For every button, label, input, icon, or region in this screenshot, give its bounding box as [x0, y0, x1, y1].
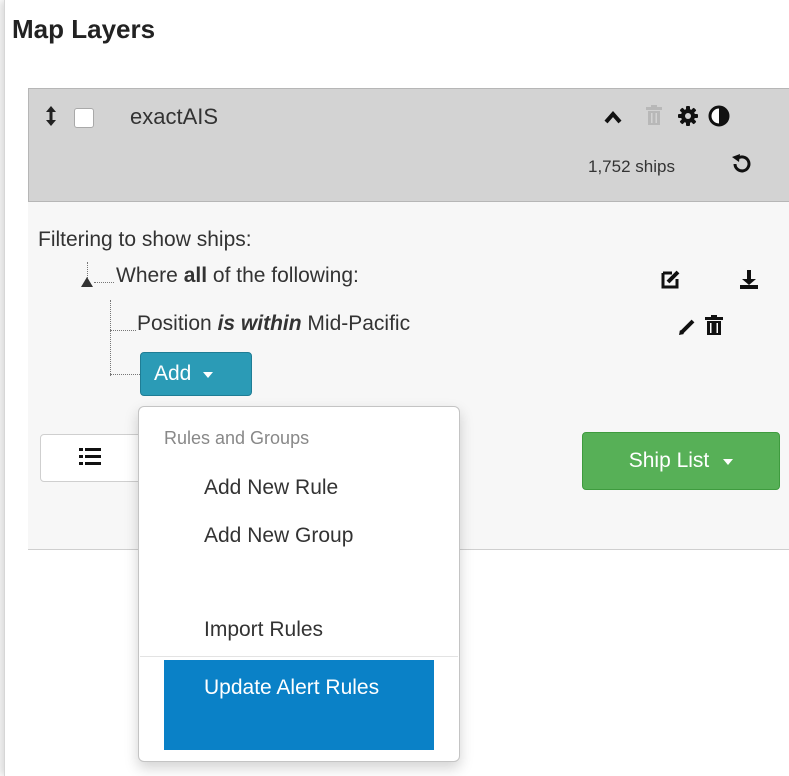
rule-operator: is within: [217, 312, 302, 335]
menu-item-update-alert-rules[interactable]: Update Alert Rules: [164, 660, 434, 750]
group-condition: Where all of the following:: [116, 264, 359, 288]
dropdown-header: Rules and Groups: [164, 428, 310, 448]
rule-field: Position: [137, 312, 212, 335]
gear-icon[interactable]: [677, 105, 699, 127]
menu-item-import-rules[interactable]: Import Rules: [204, 612, 323, 648]
group-quantifier: all: [183, 264, 208, 287]
tree-connector: [110, 330, 136, 331]
pencil-icon[interactable]: [678, 316, 698, 336]
menu-item-add-new-group[interactable]: Add New Group: [204, 518, 374, 554]
menu-divider: [140, 656, 458, 657]
ship-count: 1,752 ships: [588, 157, 675, 176]
download-icon[interactable]: [738, 268, 760, 290]
ship-list-label: Ship List: [628, 449, 710, 472]
refresh-icon[interactable]: [730, 152, 754, 176]
trash-icon[interactable]: [645, 104, 663, 126]
layer-visibility-checkbox[interactable]: [74, 108, 94, 128]
group-suffix: of the following:: [212, 264, 359, 287]
tree-connector: [110, 300, 111, 376]
tree-connector: [94, 282, 114, 283]
group-prefix: Where: [116, 264, 178, 287]
list-icon: [79, 448, 101, 465]
tree-arrow-icon: [81, 277, 93, 287]
caret-up-icon[interactable]: [604, 110, 622, 124]
trash-icon[interactable]: [704, 314, 724, 336]
add-button[interactable]: Add: [140, 352, 252, 396]
panel-title: Map Layers: [12, 14, 156, 44]
filter-caption: Filtering to show ships:: [38, 228, 252, 251]
edit-group-icon[interactable]: [660, 268, 682, 290]
tree-connector: [110, 374, 140, 375]
menu-item-label: Update Alert Rules: [204, 676, 380, 699]
rule-value: Mid-Pacific: [307, 312, 411, 335]
layer-name: exactAIS: [130, 104, 219, 129]
caret-down-icon: [723, 459, 734, 465]
add-button-label: Add: [154, 362, 192, 385]
menu-item-add-new-rule[interactable]: Add New Rule: [204, 470, 338, 506]
filter-rule: Position is within Mid-Pacific: [137, 312, 410, 336]
caret-down-icon: [203, 372, 214, 378]
contrast-icon[interactable]: [708, 105, 730, 127]
drag-handle-icon[interactable]: [44, 104, 58, 128]
ship-list-button[interactable]: Ship List: [582, 432, 780, 490]
